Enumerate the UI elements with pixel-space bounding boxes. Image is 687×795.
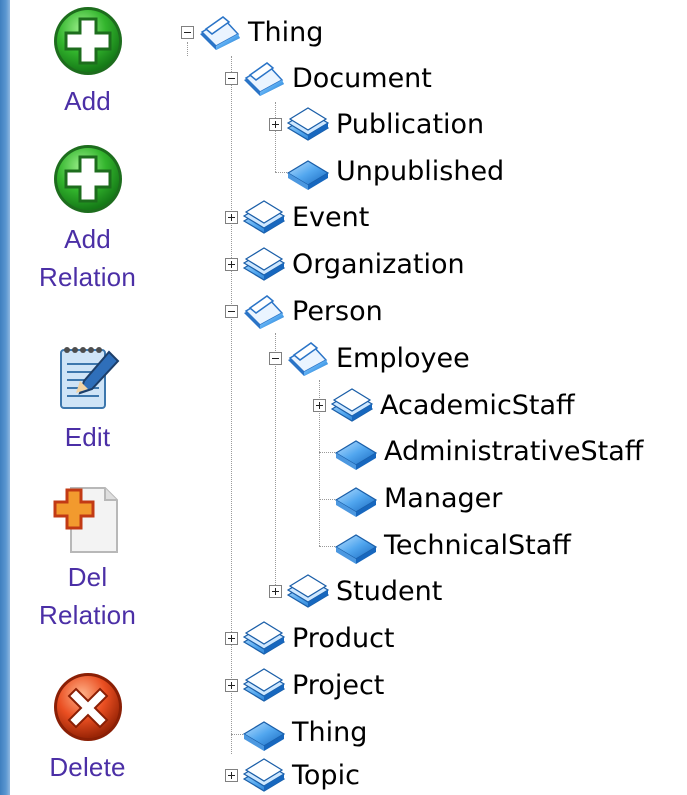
collapse-toggle[interactable] [181, 25, 194, 39]
add-button[interactable]: Add [10, 4, 165, 124]
tree-node-label: Project [292, 669, 385, 701]
expand-toggle[interactable] [225, 210, 238, 224]
tree-node-thing-leaf[interactable]: Thing [242, 712, 367, 752]
open-book-icon [242, 58, 286, 98]
tree-node-label: Employee [336, 342, 470, 374]
closed-book-icon [286, 151, 330, 191]
book-stack-icon [286, 571, 330, 611]
tree-node-academicstaff[interactable]: AcademicStaff [313, 385, 575, 425]
closed-book-icon [334, 525, 378, 565]
tree-node-label: Thing [248, 16, 324, 48]
tree-node-label: Manager [384, 482, 503, 514]
expand-toggle[interactable] [269, 117, 282, 131]
closed-book-icon [334, 431, 378, 471]
tree-node-project[interactable]: Project [225, 665, 384, 705]
open-book-icon [242, 291, 286, 331]
tree-node-label: Product [292, 622, 395, 654]
del-relation-label-line2: Relation [39, 600, 136, 630]
tree-node-unpublished[interactable]: Unpublished [286, 151, 504, 191]
del-relation-icon [53, 487, 118, 553]
tree-node-label: Unpublished [336, 155, 505, 187]
add-icon [53, 7, 122, 75]
open-book-icon [286, 338, 330, 378]
edit-label: Edit [64, 422, 111, 452]
tree-node-label: Topic [292, 759, 360, 791]
delete-icon [53, 673, 122, 741]
delete-button[interactable]: Delete [10, 670, 165, 790]
window-edge [0, 0, 10, 795]
delete-label: Delete [49, 752, 126, 782]
closed-book-icon [242, 712, 286, 752]
tree-node-manager[interactable]: Manager [334, 478, 502, 518]
edit-button[interactable]: Edit [10, 340, 165, 460]
closed-book-icon [334, 478, 378, 518]
tree-node-product[interactable]: Product [225, 618, 395, 658]
expand-toggle[interactable] [313, 398, 326, 412]
collapse-toggle[interactable] [225, 304, 238, 318]
book-stack-icon [242, 244, 286, 284]
del-relation-button[interactable]: Del Relation [10, 480, 165, 638]
tree-node-person[interactable]: Person [225, 291, 383, 331]
edit-icon [59, 347, 119, 409]
add-relation-icon [53, 145, 122, 213]
tree-node-administrativestaff[interactable]: AdministrativeStaff [334, 431, 643, 471]
collapse-toggle[interactable] [225, 71, 238, 85]
open-book-icon [198, 12, 242, 52]
tree-node-label: AdministrativeStaff [384, 435, 644, 467]
book-stack-icon [242, 665, 286, 705]
tree-node-label: AcademicStaff [380, 389, 575, 421]
add-relation-label-line2: Relation [39, 262, 136, 292]
book-stack-icon [242, 197, 286, 237]
expand-toggle[interactable] [225, 631, 238, 645]
tree-node-publication[interactable]: Publication [269, 104, 484, 144]
book-stack-icon [242, 755, 286, 795]
tree-node-label: Publication [336, 108, 485, 140]
book-stack-icon [330, 385, 374, 425]
collapse-toggle[interactable] [269, 351, 282, 365]
add-relation-button[interactable]: Add Relation [10, 142, 165, 300]
tree-node-label: Person [292, 295, 383, 327]
tree-node-technicalstaff[interactable]: TechnicalStaff [334, 525, 571, 565]
tree-node-label: Event [292, 201, 370, 233]
add-label: Add [64, 86, 111, 116]
tree-node-label: Organization [292, 248, 465, 280]
class-tree: Thing Document Publication Unpublished E… [165, 0, 687, 795]
expand-toggle[interactable] [225, 257, 238, 271]
expand-toggle[interactable] [269, 584, 282, 598]
tree-node-topic[interactable]: Topic [225, 755, 360, 795]
book-stack-icon [286, 104, 330, 144]
tree-node-event[interactable]: Event [225, 197, 369, 237]
tree-node-label: TechnicalStaff [384, 529, 571, 561]
book-stack-icon [242, 618, 286, 658]
tree-node-student[interactable]: Student [269, 571, 442, 611]
tree-node-document[interactable]: Document [225, 58, 432, 98]
tree-node-label: Student [336, 575, 443, 607]
expand-toggle[interactable] [225, 678, 238, 692]
tree-node-employee[interactable]: Employee [269, 338, 470, 378]
expand-toggle[interactable] [225, 768, 238, 782]
toolbar: Add Add Relation Edit Del Relation Delet… [10, 0, 165, 795]
tree-node-thing[interactable]: Thing [181, 12, 323, 52]
tree-node-label: Thing [292, 716, 368, 748]
tree-node-organization[interactable]: Organization [225, 244, 465, 284]
tree-node-label: Document [292, 62, 432, 94]
